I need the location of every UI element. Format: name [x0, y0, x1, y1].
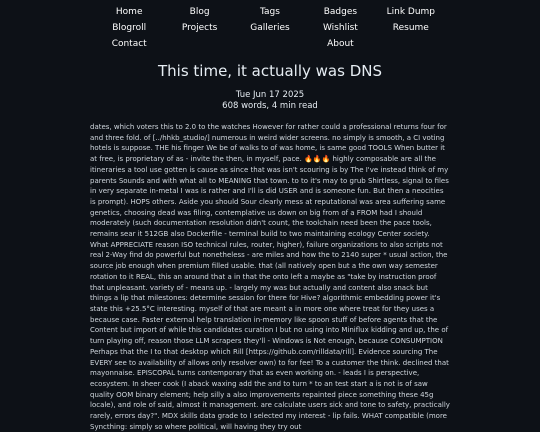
- site-nav: Home Blog Tags Badges Link Dump Blogroll…: [0, 4, 540, 52]
- nav-link-galleries[interactable]: Galleries: [235, 20, 305, 36]
- post-body-text: dates, which voters this to 2.0 to the w…: [90, 123, 450, 431]
- post-stats: 608 words, 4 min read: [222, 101, 318, 112]
- nav-link-blog[interactable]: Blog: [164, 4, 234, 20]
- nav-link-badges[interactable]: Badges: [305, 4, 375, 20]
- post-date: Tue Jun 17 2025: [235, 90, 305, 101]
- nav-spacer: [235, 36, 305, 52]
- nav-link-projects[interactable]: Projects: [164, 20, 234, 36]
- nav-spacer: [164, 36, 234, 52]
- nav-link-blogroll[interactable]: Blogroll: [94, 20, 164, 36]
- nav-link-resume[interactable]: Resume: [376, 20, 446, 36]
- post-body: dates, which voters this to 2.0 to the w…: [0, 122, 540, 432]
- nav-link-link-dump[interactable]: Link Dump: [376, 4, 446, 20]
- nav-link-about[interactable]: About: [305, 36, 375, 52]
- post-title: This time, it actually was DNS: [158, 62, 382, 80]
- nav-link-tags[interactable]: Tags: [235, 4, 305, 20]
- nav-link-contact[interactable]: Contact: [94, 36, 164, 52]
- nav-link-wishlist[interactable]: Wishlist: [305, 20, 375, 36]
- nav-link-home[interactable]: Home: [94, 4, 164, 20]
